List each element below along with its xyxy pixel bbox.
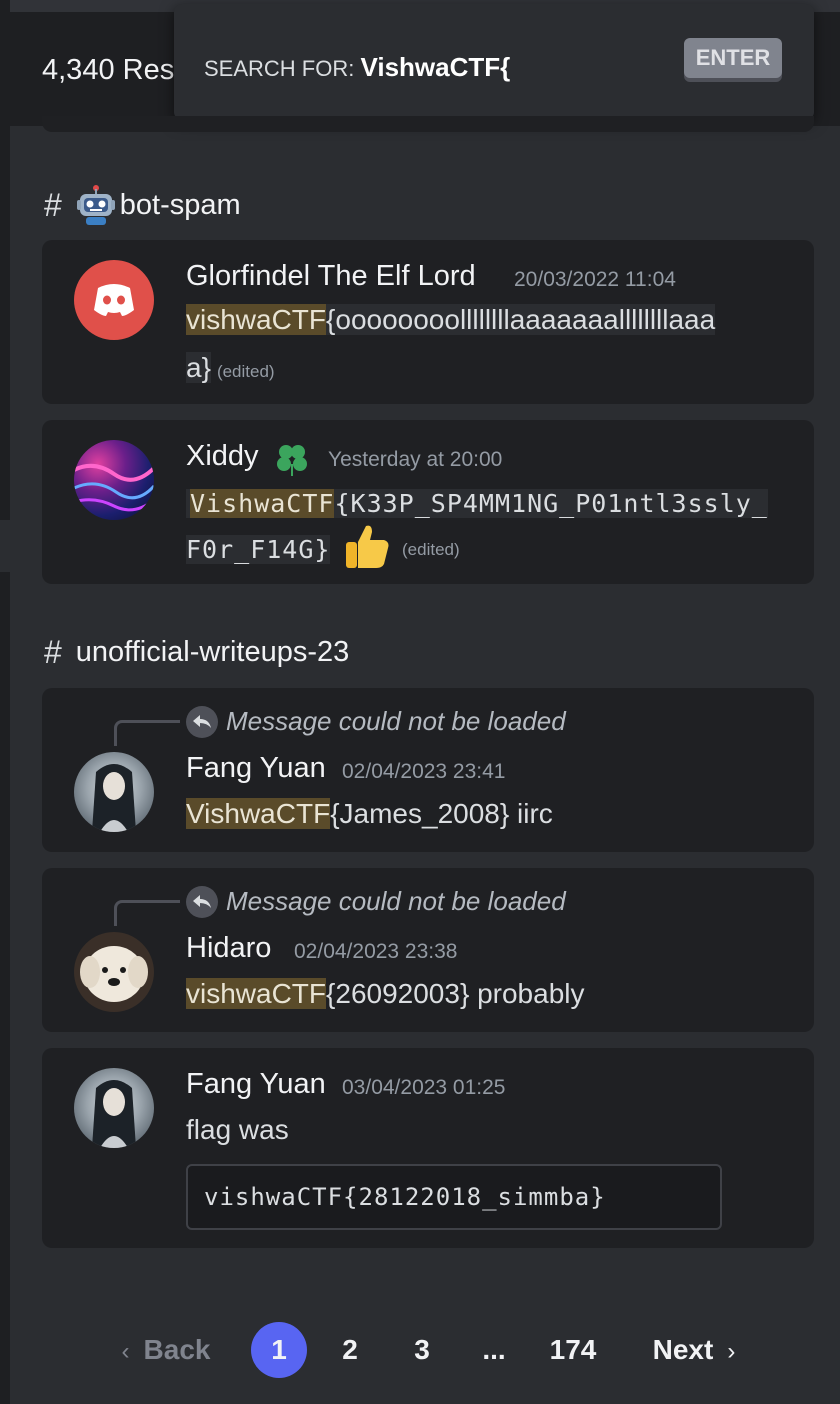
reply-arrow-icon (186, 886, 218, 918)
avatar[interactable] (74, 260, 154, 340)
clover-heart-icon (277, 445, 307, 476)
channel-header-unofficial-writeups-23[interactable]: # unofficial-writeups-23 (44, 634, 349, 671)
message-line-1: vishwaCTF{oooooooollllllllaaaaaaalllllll… (186, 300, 716, 340)
dog-avatar-icon (80, 946, 148, 1002)
search-highlight: VishwaCTF (190, 489, 335, 518)
avatar[interactable] (74, 1068, 154, 1148)
chevron-right-icon: › (727, 1338, 736, 1365)
search-result-message[interactable]: Glorfindel The Elf Lord 20/03/2022 11:04… (42, 240, 814, 404)
search-prefix: SEARCH FOR: (204, 56, 355, 81)
username[interactable]: Hidaro (186, 932, 271, 965)
message-line-1: VishwaCTF{James_2008} iirc (186, 794, 553, 834)
search-highlight: VishwaCTF (186, 798, 331, 829)
page-ellipsis: ... (482, 1334, 506, 1365)
username[interactable]: Fang Yuan (186, 752, 326, 785)
avatar[interactable] (74, 440, 154, 520)
abstract-avatar-icon (74, 463, 154, 512)
page-button-2[interactable]: 2 (330, 1322, 370, 1378)
timestamp: 20/03/2022 11:04 (514, 268, 676, 291)
channel-header-bot-spam[interactable]: # bot-spam (44, 184, 241, 226)
username[interactable]: Xiddy (186, 440, 259, 473)
search-highlight: vishwaCTF (186, 304, 327, 335)
message-line-1: vishwaCTF{26092003} probably (186, 974, 584, 1014)
message-text: a} (186, 352, 211, 383)
search-query: VishwaCTF{ (360, 52, 511, 82)
avatar[interactable] (74, 752, 154, 832)
message-text: {James_2008} iirc (330, 798, 553, 829)
username[interactable]: Fang Yuan (186, 1068, 326, 1101)
page-button-3[interactable]: 3 (402, 1322, 442, 1378)
page-button-1[interactable]: 1 (251, 1322, 307, 1378)
thumbs-up-icon (346, 525, 389, 568)
search-result-message[interactable]: Fang Yuan 03/04/2023 01:25 flag was vish… (42, 1048, 814, 1248)
message-text: {K33P_SP4MM1NG_P01ntl3ssly_ (334, 489, 768, 518)
message-line-2: a} (edited) (186, 348, 275, 392)
hash-icon: # (44, 634, 62, 670)
edited-label: (edited) (216, 362, 275, 381)
next-button[interactable]: Next › (646, 1322, 742, 1378)
channel-name: bot-spam (119, 188, 241, 221)
results-count: 4,340 Res (42, 54, 175, 86)
robot-icon (76, 185, 115, 225)
character-portrait-icon (92, 1080, 136, 1148)
edited-label: (edited) (402, 540, 460, 559)
back-button[interactable]: ‹ Back (116, 1322, 216, 1378)
channel-name: unofficial-writeups-23 (75, 636, 350, 668)
next-label: Next (652, 1334, 714, 1365)
timestamp: 02/04/2023 23:41 (342, 760, 506, 783)
reply-connector (114, 720, 180, 746)
chevron-left-icon: ‹ (121, 1338, 130, 1365)
page-button-174[interactable]: 174 (546, 1322, 600, 1378)
previous-result-card (42, 116, 814, 132)
pagination: ‹ Back 1 2 3 ... 174 Next › (0, 1322, 840, 1382)
search-result-message[interactable]: Xiddy Yesterday at 20:00 VishwaCTF{K33P_… (42, 420, 814, 584)
reply-preview-text[interactable]: Message could not be loaded (226, 886, 566, 917)
discord-logo-icon (94, 284, 134, 316)
timestamp: 02/04/2023 23:38 (294, 940, 458, 963)
back-label: Back (143, 1334, 211, 1365)
character-portrait-icon (92, 764, 136, 832)
message-line-1: VishwaCTF{K33P_SP4MM1NG_P01ntl3ssly_ (186, 484, 768, 524)
left-edge-nub (0, 520, 10, 572)
code-block: vishwaCTF{28122018_simmba} (186, 1164, 722, 1230)
search-result-message[interactable]: Message could not be loaded Fang Yuan 02… (42, 688, 814, 852)
avatar[interactable] (74, 932, 154, 1012)
reply-arrow-icon (186, 706, 218, 738)
inline-code: VishwaCTF{K33P_SP4MM1NG_P01ntl3ssly_ (186, 489, 768, 518)
left-edge-strip (0, 0, 10, 1404)
inline-code: F0r_F14G} (186, 535, 331, 564)
reply-connector (114, 900, 180, 926)
reply-preview-text[interactable]: Message could not be loaded (226, 706, 566, 737)
timestamp: Yesterday at 20:00 (328, 448, 503, 471)
message-text: {26092003} probably (326, 978, 585, 1009)
search-highlight: vishwaCTF (186, 978, 327, 1009)
timestamp: 03/04/2023 01:25 (342, 1076, 506, 1099)
message-line-2: F0r_F14G} (186, 530, 331, 570)
hash-icon: # (44, 186, 62, 223)
search-popout[interactable]: SEARCH FOR: VishwaCTF{ ENTER (174, 4, 814, 120)
search-for-label: SEARCH FOR: VishwaCTF{ (204, 52, 510, 83)
username[interactable]: Glorfindel The Elf Lord (186, 260, 476, 293)
search-result-message[interactable]: Message could not be loaded Hidaro 02/04… (42, 868, 814, 1032)
message-text: flag was (186, 1114, 289, 1145)
message-text: {oooooooollllllllaaaaaaallllllllaaa (326, 304, 716, 335)
enter-button[interactable]: ENTER (684, 38, 782, 78)
